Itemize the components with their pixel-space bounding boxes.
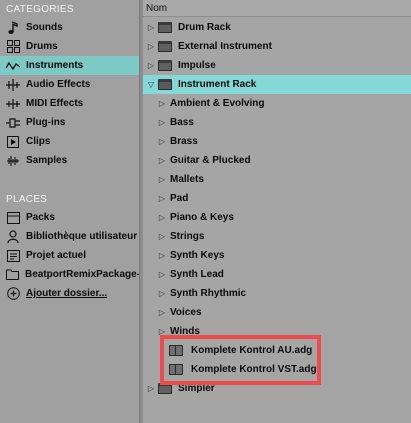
expand-arrow-icon[interactable]: ▷ [158,289,166,299]
categories-title: CATEGORIES [6,4,74,15]
browser-row[interactable]: ▷ Synth Rhythmic [143,284,411,303]
folder-icon [158,60,172,71]
sidebar-item-packs[interactable]: Packs [0,208,139,227]
browser-row-label: Strings [170,231,205,242]
browser-row-label: Drum Rack [178,22,231,33]
expand-arrow-icon[interactable]: ▷ [158,99,166,109]
sidebar-item-add-folder[interactable]: Ajouter dossier... [0,284,139,303]
sidebar-item-label: Sounds [26,22,63,33]
sidebar-item-label: Drums [26,41,58,52]
sidebar-item-instruments[interactable]: Instruments [0,56,139,75]
sidebar-item-user-library[interactable]: Bibliothèque utilisateur [0,227,139,246]
sidebar-item-label: Projet actuel [26,250,87,261]
places-title: PLACES [6,194,48,205]
browser-row[interactable]: ▷ Brass [143,132,411,151]
sidebar-item-drums[interactable]: Drums [0,37,139,56]
browser-row-label: External Instrument [178,41,272,52]
expand-arrow-icon[interactable]: ▷ [158,194,166,204]
highlight-box [160,335,321,385]
box-icon [6,211,20,225]
browser-row[interactable]: ▷ External Instrument [143,37,411,56]
sidebar-item-samples[interactable]: Samples [0,151,139,170]
browser-row[interactable]: ▷ Pad [143,189,411,208]
folder-icon [158,41,172,52]
browser-row[interactable]: ▷ Impulse [143,56,411,75]
browser-row[interactable]: ▷ Bass [143,113,411,132]
audio-effect-icon [6,78,20,92]
expand-arrow-icon[interactable]: ▷ [158,270,166,280]
folder-icon [158,22,172,33]
sidebar-item-label: Packs [26,212,55,223]
expand-arrow-icon[interactable]: ▷ [158,118,166,128]
expand-arrow-icon[interactable]: ▷ [158,213,166,223]
expand-arrow-icon[interactable]: ▷ [158,251,166,261]
note-icon [6,20,20,35]
clip-icon [6,135,20,149]
sidebar-item-midi-effects[interactable]: MIDI Effects [0,94,139,113]
browser-row-label: Synth Rhythmic [170,288,247,299]
browser-row-label: Pad [170,193,189,204]
expand-arrow-icon[interactable]: ▷ [158,308,166,318]
sidebar-item-label: Plug-ins [26,117,66,128]
folder-icon [6,268,19,282]
expand-arrow-icon[interactable]: ▷ [147,42,155,52]
sidebar-item-clips[interactable]: Clips [0,132,139,151]
browser-row-label: Voices [170,307,202,318]
expand-arrow-icon[interactable]: ▷ [158,137,166,147]
sidebar-item-plug-ins[interactable]: Plug-ins [0,113,139,132]
browser-row-label: Synth Keys [170,250,225,261]
browser-row[interactable]: ▷ Ambient & Evolving [143,94,411,113]
midi-effect-icon [6,97,20,111]
browser-row[interactable]: ▷ Mallets [143,170,411,189]
browser-row-label: Piano & Keys [170,212,234,223]
user-icon [6,230,20,244]
browser-row[interactable]: ▷ Drum Rack [143,18,411,37]
browser-row[interactable]: ▷ Piano & Keys [143,208,411,227]
sidebar-item-label: Audio Effects [26,79,91,90]
sidebar-item-label: Ajouter dossier... [26,288,108,299]
collapse-arrow-icon[interactable]: ▽ [147,80,155,90]
browser-row-label: Ambient & Evolving [170,98,265,109]
expand-arrow-icon[interactable]: ▷ [158,232,166,242]
sidebar-item-label: Instruments [26,60,84,71]
expand-arrow-icon[interactable]: ▷ [147,384,155,394]
sidebar-item-label: MIDI Effects [26,98,84,109]
expand-arrow-icon[interactable]: ▷ [147,23,155,33]
browser-row-label: Guitar & Plucked [170,155,251,166]
column-header-name[interactable]: Nom [143,0,411,17]
add-icon [6,287,20,301]
sample-wave-icon [6,154,20,168]
folder-icon [158,79,172,90]
sidebar: CATEGORIES Sounds Drums Instruments Audi… [0,0,141,423]
sidebar-item-label: Bibliothèque utilisateur [26,231,138,242]
sidebar-item-sounds[interactable]: Sounds [0,18,139,37]
sidebar-item-label: BeatportRemixPackage- [25,269,141,280]
browser-row[interactable]: ▷ Strings [143,227,411,246]
browser-row[interactable]: ▷ Guitar & Plucked [143,151,411,170]
browser-row-label: Mallets [170,174,204,185]
browser-row-label: Brass [170,136,198,147]
browser-row-label: Synth Lead [170,269,224,280]
sidebar-item-label: Clips [26,136,51,147]
sidebar-item-beatport-folder[interactable]: BeatportRemixPackage- [0,265,141,284]
sidebar-item-current-project[interactable]: Projet actuel [0,246,139,265]
browser-row-selected[interactable]: ▽ Instrument Rack [143,75,411,94]
expand-arrow-icon[interactable]: ▷ [147,61,155,71]
grid-icon [6,40,20,54]
expand-arrow-icon[interactable]: ▷ [158,175,166,185]
browser-row[interactable]: ▷ Synth Lead [143,265,411,284]
browser-row-label: Impulse [178,60,216,71]
expand-arrow-icon[interactable]: ▷ [158,156,166,166]
project-icon [6,249,20,263]
browser-row[interactable]: ▷ Voices [143,303,411,322]
wave-icon [6,59,20,73]
sidebar-item-audio-effects[interactable]: Audio Effects [0,75,139,94]
sidebar-item-label: Samples [26,155,68,166]
browser-row-label: Instrument Rack [178,79,257,90]
plug-icon [6,116,20,130]
browser-row[interactable]: ▷ Synth Keys [143,246,411,265]
browser-row-label: Bass [170,117,194,128]
